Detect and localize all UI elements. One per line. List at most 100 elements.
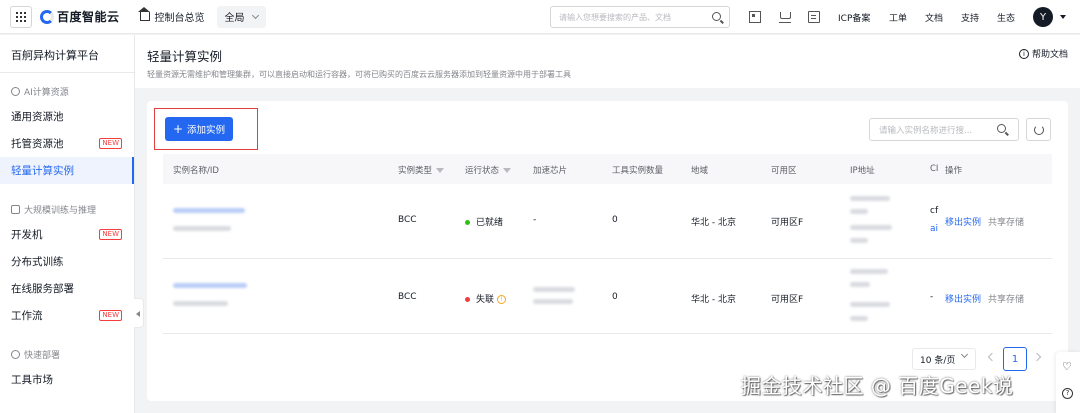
platform-title: 百舸异构计算平台	[11, 49, 99, 62]
ip-address	[850, 238, 868, 243]
new-badge: NEW	[99, 310, 122, 321]
sidebar-item-label: 在线服务部署	[11, 283, 74, 295]
new-badge: NEW	[99, 229, 122, 240]
heart-icon[interactable]: ♡	[1062, 360, 1072, 373]
column-header: 工具实例数量	[612, 166, 664, 176]
truncated-cell: -	[930, 292, 934, 302]
question-icon[interactable]: ?	[1062, 388, 1073, 399]
icp-link[interactable]: ICP备案	[838, 11, 870, 24]
region: 华北 - 北京	[691, 218, 736, 228]
top-navigation-bar: 百度智能云 控制台总览 全局	[0, 0, 1080, 34]
sidebar-item-general-pool[interactable]: 通用资源池	[0, 103, 134, 130]
refresh-button[interactable]	[1026, 118, 1051, 141]
sidebar-item-label: 分布式训练	[11, 256, 64, 268]
warning-icon[interactable]: !	[497, 295, 507, 304]
page-size-select[interactable]: 10 条/页	[912, 348, 976, 370]
help-doc-link[interactable]: i 帮助文档	[1018, 47, 1068, 60]
cloud-logo-icon	[40, 9, 54, 24]
sidebar-item-lightweight-instances[interactable]: 轻量计算实例	[0, 157, 134, 184]
sidebar-item-dev-machine[interactable]: 开发机 NEW	[0, 221, 134, 248]
user-avatar[interactable]: Y	[1033, 7, 1053, 27]
zone: 可用区F	[771, 218, 804, 228]
sidebar-item-distributed-training[interactable]: 分布式训练	[0, 248, 134, 275]
billing-icon[interactable]	[808, 11, 820, 23]
brand-name: 百度智能云	[57, 10, 120, 24]
docs-link[interactable]: 文档	[925, 11, 943, 24]
zone: 可用区F	[771, 295, 804, 305]
instance-id	[173, 301, 228, 306]
plus-circle-icon	[11, 350, 20, 359]
plus-icon: +	[172, 122, 184, 136]
sidebar-divider	[0, 72, 134, 73]
ecosystem-link[interactable]: 生态	[997, 11, 1015, 24]
page-description: 轻量资源无需维护和管理集群，可以直接启动和运行容器，可将已购买的百度云云服务器添…	[147, 70, 571, 79]
remove-instance-link[interactable]: 移出实例	[945, 292, 981, 305]
table-row: BCC 失联! 0 华北 - 北京 可用区F - 移出实例 共享存储	[163, 259, 1052, 334]
brand-logo[interactable]: 百度智能云	[40, 8, 120, 25]
chip-cell	[533, 299, 573, 304]
qrcode-icon[interactable]	[749, 11, 761, 23]
sidebar-section-ai-resources: AI计算资源	[11, 85, 69, 98]
ip-address	[850, 316, 868, 321]
sidebar-item-label: 通用资源池	[11, 111, 64, 123]
cube-icon	[11, 205, 20, 214]
search-icon[interactable]	[712, 12, 721, 21]
truncated-cell: cf	[930, 206, 939, 216]
help-doc-label: 帮助文档	[1031, 50, 1068, 60]
instance-name-link[interactable]	[173, 208, 245, 213]
sidebar-item-tool-market[interactable]: 工具市场	[0, 366, 134, 393]
status-dot	[465, 220, 470, 225]
current-page-button[interactable]: 1	[1003, 347, 1027, 371]
sidebar-item-label: 轻量计算实例	[11, 165, 74, 177]
instance-search-placeholder: 请输入实例名称进行搜...	[879, 125, 973, 136]
console-home-link[interactable]: 控制台总览	[137, 7, 205, 24]
ip-address	[850, 269, 888, 274]
sidebar-item-label: 开发机	[11, 229, 43, 241]
column-header: CI	[930, 164, 939, 174]
chip-icon	[11, 87, 20, 96]
caret-down-icon[interactable]	[1060, 15, 1066, 19]
section-label: AI计算资源	[24, 88, 69, 98]
shared-storage-link[interactable]: 共享存储	[988, 292, 1024, 305]
global-search-input[interactable]: 请输入您想要搜索的产品、文档	[550, 6, 730, 28]
filter-icon[interactable]	[503, 167, 512, 173]
scope-label: 全局	[224, 13, 245, 24]
app-grid-icon[interactable]	[10, 5, 32, 28]
ip-address	[850, 302, 890, 307]
column-header-status: 运行状态	[465, 164, 512, 176]
instance-name-link[interactable]	[173, 283, 247, 288]
status-cell: 已就绪	[465, 215, 503, 228]
ticket-link[interactable]: 工单	[889, 11, 907, 24]
sidebar-collapse-handle[interactable]	[134, 298, 144, 328]
instance-id	[173, 226, 231, 231]
scope-select[interactable]: 全局	[216, 5, 266, 28]
watermark-text: 掘金技术社区 @ 百度Geek说	[741, 374, 1014, 398]
column-header: IP地址	[850, 166, 875, 176]
search-icon[interactable]	[997, 124, 1006, 133]
remove-instance-link[interactable]: 移出实例	[945, 215, 981, 228]
cart-icon[interactable]	[779, 11, 791, 23]
instance-search-input[interactable]: 请输入实例名称进行搜...	[869, 118, 1019, 141]
column-header: 实例名称/ID	[173, 166, 219, 176]
page-title: 轻量计算实例	[147, 49, 223, 64]
sidebar-section-quick-deploy: 快速部署	[11, 348, 60, 361]
column-header: 地域	[691, 166, 709, 176]
add-instance-button[interactable]: + 添加实例	[165, 117, 233, 141]
add-instance-label: 添加实例	[187, 125, 226, 136]
column-header-type: 实例类型	[398, 164, 445, 176]
sidebar-item-label: 工作流	[11, 310, 43, 322]
truncated-cell: ai	[930, 224, 939, 234]
sidebar-item-label: 托管资源池	[11, 138, 64, 150]
filter-icon[interactable]	[436, 167, 445, 173]
sidebar-item-managed-pool[interactable]: 托管资源池 NEW	[0, 130, 134, 157]
shared-storage-link[interactable]: 共享存储	[988, 215, 1024, 228]
section-label: 大规模训练与推理	[24, 206, 97, 216]
sidebar-item-online-serving[interactable]: 在线服务部署	[0, 275, 134, 302]
info-icon: i	[1018, 48, 1029, 59]
chevron-down-icon	[960, 350, 969, 359]
sidebar-item-workflow[interactable]: 工作流 NEW	[0, 302, 134, 329]
region: 华北 - 北京	[691, 295, 736, 305]
support-link[interactable]: 支持	[961, 11, 979, 24]
tool-count: 0	[612, 292, 618, 302]
ip-address	[850, 225, 892, 230]
